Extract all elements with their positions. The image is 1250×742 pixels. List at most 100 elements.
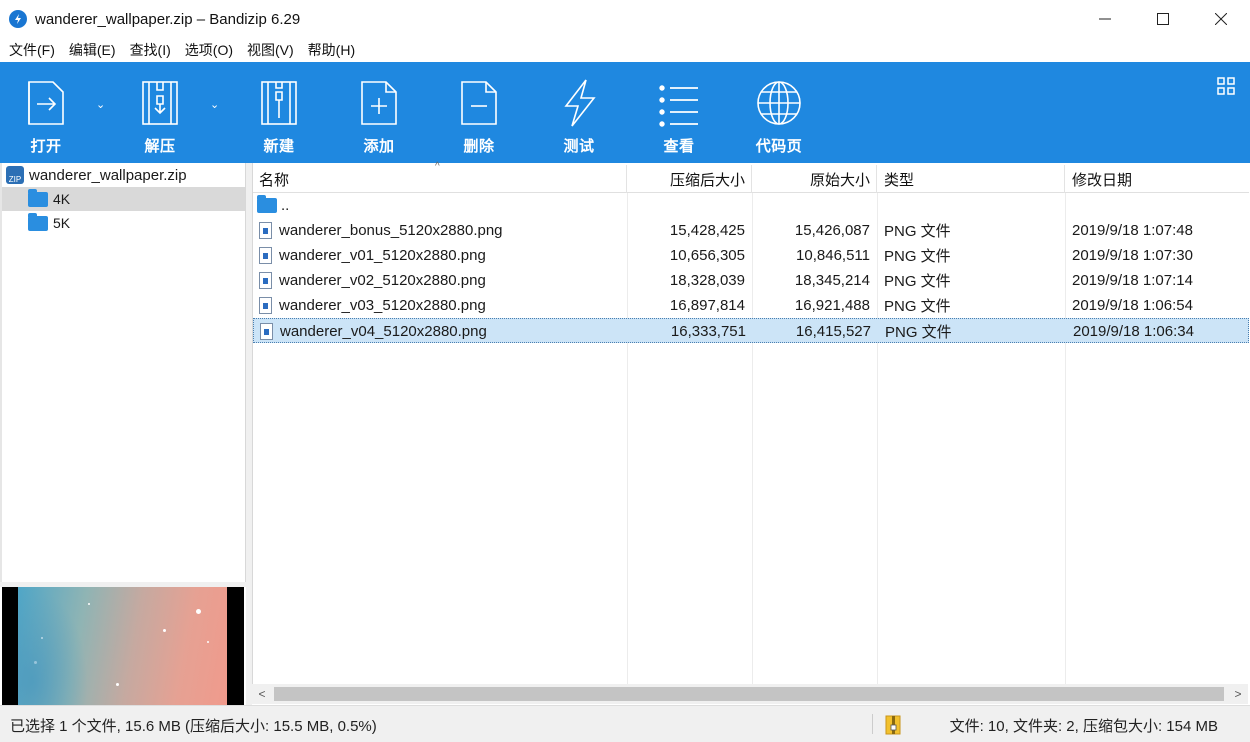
- horizontal-scrollbar[interactable]: < >: [252, 684, 1248, 704]
- file-type: PNG 文件: [884, 223, 951, 240]
- folder-tree-panel: ZIP wanderer_wallpaper.zip 4K 5K: [0, 163, 246, 582]
- add-button[interactable]: 添加: [339, 78, 419, 156]
- open-dropdown-chevron-icon[interactable]: ⌄: [96, 98, 105, 111]
- original-size: 18,345,214: [794, 272, 870, 289]
- minimize-icon: [1099, 18, 1111, 20]
- file-type: PNG 文件: [885, 324, 952, 341]
- scroll-right-arrow-icon[interactable]: >: [1228, 684, 1248, 704]
- status-bar: 已选择 1 个文件, 15.6 MB (压缩后大小: 15.5 MB, 0.5%…: [0, 705, 1250, 742]
- column-header-label: 类型: [884, 171, 915, 189]
- new-archive-icon: [261, 81, 297, 125]
- menu-view[interactable]: 视图(V): [240, 40, 301, 60]
- file-type: PNG 文件: [884, 298, 951, 315]
- open-icon: [28, 81, 64, 125]
- packed-size: 15,428,425: [669, 222, 745, 239]
- folder-icon: [28, 188, 48, 207]
- parent-folder-row[interactable]: ..: [253, 193, 1249, 218]
- archive-zip-icon[interactable]: [884, 715, 904, 735]
- column-header-modified[interactable]: 修改日期: [1065, 165, 1249, 193]
- view-button[interactable]: 查看: [639, 78, 719, 156]
- column-header-name[interactable]: 名称 ^: [253, 161, 627, 193]
- packed-size: 16,333,751: [670, 323, 746, 340]
- file-row[interactable]: wanderer_v03_5120x2880.png 16,897,814 16,9…: [253, 293, 1249, 318]
- modified-date: 2019/9/18 1:07:48: [1072, 222, 1193, 239]
- open-label: 打开: [30, 138, 62, 155]
- original-size: 10,846,511: [796, 247, 870, 264]
- png-file-icon: [259, 222, 272, 239]
- scrollbar-thumb[interactable]: [274, 687, 1224, 701]
- layout-grid-icon[interactable]: [1217, 77, 1235, 95]
- tree-folder-5k[interactable]: 5K: [2, 211, 245, 235]
- folder-icon: [28, 212, 48, 231]
- open-button[interactable]: 打开: [6, 78, 86, 156]
- file-type: PNG 文件: [884, 273, 951, 290]
- zip-archive-icon: ZIP: [6, 166, 24, 184]
- add-label: 添加: [363, 138, 395, 155]
- maximize-button[interactable]: [1134, 0, 1192, 38]
- new-archive-button[interactable]: 新建: [239, 78, 319, 156]
- file-name: wanderer_v03_5120x2880.png: [279, 297, 486, 314]
- archive-summary-status: 文件: 10, 文件夹: 2, 压缩包大小: 154 MB: [949, 718, 1218, 735]
- minimize-button[interactable]: [1076, 0, 1134, 38]
- original-size: 16,921,488: [794, 297, 870, 314]
- png-file-icon: [259, 247, 272, 264]
- codepage-button[interactable]: 代码页: [739, 78, 819, 156]
- column-header-type[interactable]: 类型: [877, 165, 1065, 193]
- file-name: wanderer_v02_5120x2880.png: [279, 272, 486, 289]
- tree-root-label: wanderer_wallpaper.zip: [29, 166, 187, 184]
- new-archive-label: 新建: [263, 138, 295, 155]
- scroll-left-arrow-icon[interactable]: <: [252, 684, 272, 704]
- original-size: 16,415,527: [795, 323, 871, 340]
- menu-help[interactable]: 帮助(H): [301, 40, 362, 60]
- file-name: wanderer_v04_5120x2880.png: [280, 323, 487, 340]
- file-row[interactable]: wanderer_bonus_5120x2880.png 15,428,425 15…: [253, 218, 1249, 243]
- extract-dropdown-chevron-icon[interactable]: ⌄: [210, 98, 219, 111]
- view-icon: [659, 85, 698, 127]
- tree-folder-label: 4K: [53, 191, 71, 207]
- window-title: wanderer_wallpaper.zip – Bandizip 6.29: [35, 10, 301, 28]
- file-type: PNG 文件: [884, 248, 951, 265]
- file-row[interactable]: wanderer_v01_5120x2880.png 10,656,305 10,8…: [253, 243, 1249, 268]
- file-row[interactable]: wanderer_v04_5120x2880.png 16,333,751 16,4…: [253, 318, 1249, 343]
- tree-root-archive[interactable]: ZIP wanderer_wallpaper.zip: [2, 163, 245, 187]
- toolbar: 打开 ⌄ 解压 ⌄ 新建 添加 删除 测试 查看 代码页: [0, 62, 1250, 163]
- column-header-packed-size[interactable]: 压缩后大小: [627, 165, 752, 193]
- menu-edit[interactable]: 编辑(E): [62, 40, 123, 60]
- packed-size: 10,656,305: [669, 247, 745, 264]
- image-preview: [2, 587, 244, 705]
- file-name: wanderer_v01_5120x2880.png: [279, 247, 486, 264]
- modified-date: 2019/9/18 1:06:54: [1072, 297, 1193, 314]
- tree-folder-4k[interactable]: 4K: [2, 187, 245, 211]
- parent-folder-label: ..: [281, 197, 290, 214]
- menu-options[interactable]: 选项(O): [178, 40, 240, 60]
- delete-button[interactable]: 删除: [439, 78, 519, 156]
- menu-file[interactable]: 文件(F): [2, 40, 62, 60]
- add-icon: [361, 81, 397, 125]
- menu-bar: 文件(F) 编辑(E) 查找(I) 选项(O) 视图(V) 帮助(H): [0, 38, 1250, 62]
- column-header-label: 名称: [259, 171, 290, 189]
- delete-icon: [461, 81, 497, 125]
- codepage-icon: [757, 81, 801, 125]
- sort-ascending-icon: ^: [435, 161, 440, 172]
- close-icon: [1215, 13, 1227, 25]
- modified-date: 2019/9/18 1:07:14: [1072, 272, 1193, 289]
- test-button[interactable]: 测试: [539, 78, 619, 156]
- test-label: 测试: [563, 138, 595, 155]
- column-header-label: 原始大小: [809, 171, 870, 189]
- parent-folder-icon: [257, 195, 277, 213]
- zip-badge-text: ZIP: [8, 175, 22, 184]
- png-file-icon: [259, 272, 272, 289]
- test-icon: [564, 79, 596, 127]
- close-button[interactable]: [1192, 0, 1250, 38]
- bandizip-app-icon: [9, 10, 27, 28]
- extract-button[interactable]: 解压: [120, 78, 200, 156]
- codepage-label: 代码页: [755, 138, 803, 155]
- packed-size: 16,897,814: [669, 297, 745, 314]
- menu-find[interactable]: 查找(I): [123, 40, 178, 60]
- column-header-label: 压缩后大小: [669, 171, 745, 189]
- packed-size: 18,328,039: [669, 272, 745, 289]
- column-header-label: 修改日期: [1072, 171, 1133, 189]
- file-row[interactable]: wanderer_v02_5120x2880.png 18,328,039 18,3…: [253, 268, 1249, 293]
- title-bar: wanderer_wallpaper.zip – Bandizip 6.29: [0, 0, 1250, 38]
- column-header-size[interactable]: 原始大小: [752, 165, 877, 193]
